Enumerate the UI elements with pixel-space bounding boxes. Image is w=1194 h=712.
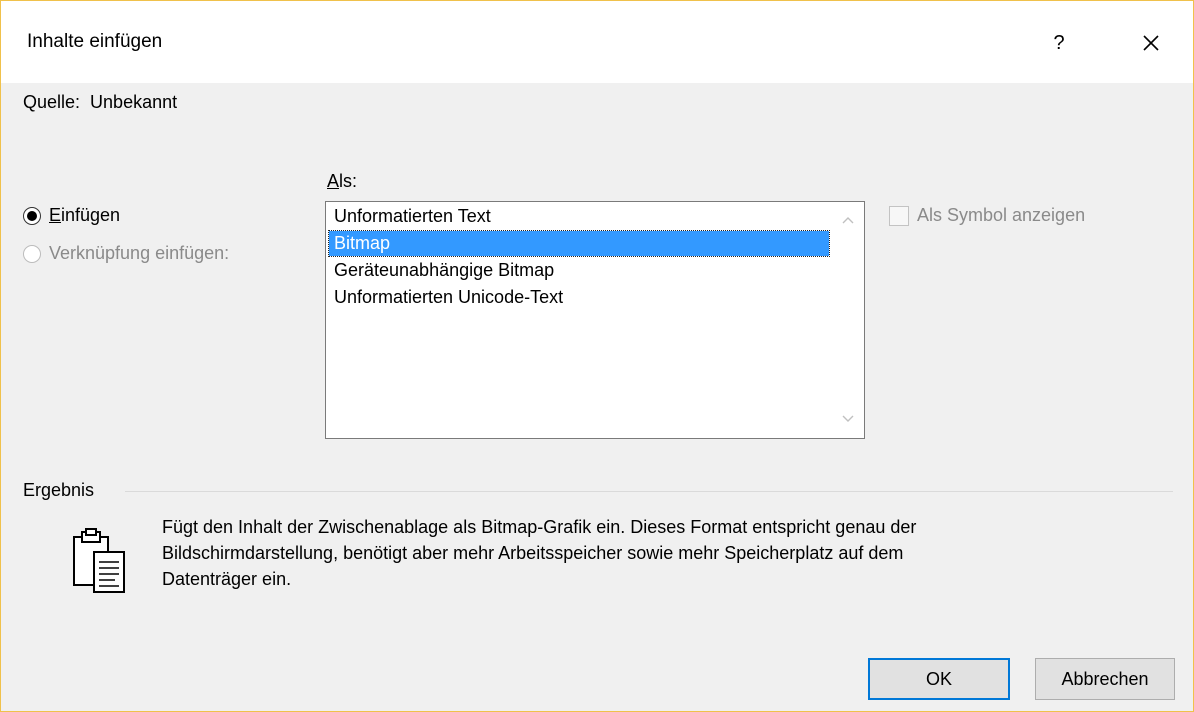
radio-paste-link[interactable]: Verknüpfung einfügen: [23, 243, 229, 264]
source-row: Quelle: Unbekannt [23, 92, 177, 113]
cancel-button[interactable]: Abbrechen [1035, 658, 1175, 700]
list-item[interactable]: Unformatierten Text [329, 204, 829, 229]
dialog-title: Inhalte einfügen [27, 31, 163, 52]
checkbox-label: Als Symbol anzeigen [917, 205, 1086, 225]
show-as-icon-checkbox[interactable]: Als Symbol anzeigen [889, 205, 1085, 226]
radio-paste-link-indicator[interactable] [23, 244, 41, 263]
result-line: Datenträger ein. [162, 569, 292, 589]
source-label: Quelle: [23, 92, 81, 112]
result-group-label: Ergebnis [23, 480, 95, 500]
help-button[interactable]: ? [1037, 23, 1081, 63]
paste-special-dialog: Inhalte einfügen ? Quelle: Unbekannt Einf… [0, 0, 1194, 712]
result-line: Bildschirmdarstellung, benötigt aber meh… [162, 543, 904, 563]
radio-paste-indicator[interactable] [23, 206, 41, 225]
close-button[interactable] [1129, 23, 1173, 63]
ok-button[interactable]: OK [868, 658, 1010, 700]
chevron-down-icon [842, 415, 854, 422]
radio-paste-link-label: Verknüpfung einfügen: [49, 243, 230, 263]
chevron-up-icon [842, 217, 854, 224]
close-icon [1143, 35, 1159, 51]
clipboard-icon [71, 528, 127, 594]
list-item[interactable]: Unformatierten Unicode-Text [329, 285, 829, 310]
result-line: Fügt den Inhalt der Zwischenablage als B… [162, 517, 917, 537]
list-item-selected[interactable]: Bitmap [328, 230, 830, 257]
radio-paste[interactable]: Einfügen [23, 205, 120, 226]
result-description: Fügt den Inhalt der Zwischenablage als B… [162, 514, 1152, 592]
scroll-down-button[interactable] [838, 408, 858, 428]
list-item[interactable]: Geräteunabhängige Bitmap [329, 258, 829, 283]
format-list-label: Als: [327, 171, 358, 191]
result-group-divider [125, 491, 1173, 492]
source-value: Unbekannt [90, 92, 178, 112]
checkbox-box[interactable] [889, 205, 909, 226]
radio-paste-label: Einfügen [49, 205, 121, 225]
scroll-up-button[interactable] [838, 210, 858, 230]
title-bar: Inhalte einfügen ? [1, 1, 1193, 83]
format-listbox[interactable]: Unformatierten Text Bitmap Geräteunabhän… [325, 201, 865, 439]
